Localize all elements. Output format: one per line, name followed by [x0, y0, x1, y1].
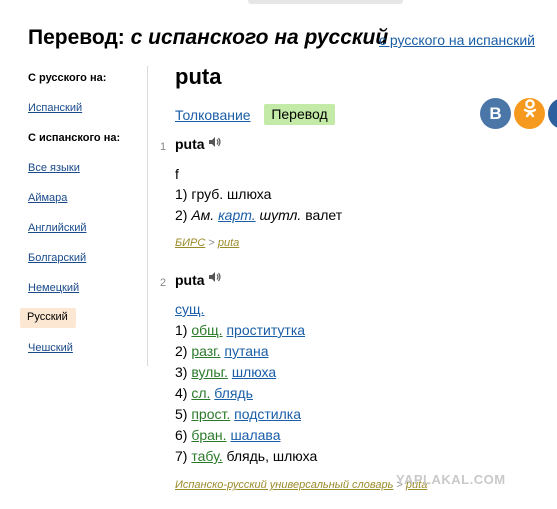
- sidebar-item-russian-active[interactable]: Русский: [20, 308, 76, 328]
- meaning-label-link[interactable]: общ.: [191, 322, 222, 338]
- source-line: БИРС > puta: [175, 237, 239, 249]
- meaning-number: 1): [175, 186, 188, 202]
- title-prefix: Перевод:: [28, 26, 125, 49]
- meaning-number: 6): [175, 427, 188, 443]
- entry-number: 1: [160, 141, 167, 153]
- switch-direction-link[interactable]: с русского на испанский: [379, 32, 535, 48]
- meaning-text-link[interactable]: проститутка: [226, 322, 305, 338]
- sidebar-item-russian-label: Русский: [27, 311, 68, 323]
- meaning-text-link[interactable]: путана: [224, 343, 268, 359]
- meaning-text-link[interactable]: подстилка: [234, 406, 301, 422]
- meaning-number: 5): [175, 406, 188, 422]
- sidebar-divider: [147, 66, 148, 366]
- title-direction: с испанского на русский: [130, 26, 389, 49]
- meaning-text: блядь, шлюха: [226, 448, 318, 464]
- meaning-label-link[interactable]: табу.: [191, 448, 222, 464]
- watermark: YAPLAKAL.COM: [396, 472, 506, 487]
- meaning-line: 4) сл. блядь: [175, 385, 253, 401]
- source-dictionary-link[interactable]: БИРС: [175, 237, 205, 249]
- meaning-number: 1): [175, 322, 188, 338]
- meaning-number: 2): [175, 207, 188, 223]
- meaning-text-link[interactable]: шлюха: [232, 364, 276, 380]
- sidebar-item-aymara[interactable]: Аймара: [28, 192, 67, 204]
- pos-link[interactable]: сущ.: [175, 301, 204, 317]
- meaning-text-link[interactable]: блядь: [214, 385, 253, 401]
- meaning-label: груб.: [191, 186, 224, 202]
- entry-number: 2: [160, 277, 167, 289]
- source-word-link[interactable]: puta: [218, 237, 239, 249]
- entry-headword: puta: [175, 272, 205, 288]
- headword-title: puta: [175, 64, 222, 89]
- source-line: Испанско-русский универсальный словарь >…: [175, 479, 427, 491]
- meaning-number: 2): [175, 343, 188, 359]
- entry-gender: f: [175, 166, 179, 182]
- sidebar-item-czech[interactable]: Чешский: [28, 342, 73, 354]
- meaning-text: шлюха: [227, 186, 272, 202]
- vk-icon: В: [489, 104, 502, 123]
- tab-translation[interactable]: Перевод: [264, 104, 335, 125]
- meaning-line: 1) груб. шлюха: [175, 186, 271, 202]
- page-title: Перевод: с испанского на русский: [28, 26, 388, 50]
- meaning-label-link[interactable]: карт.: [218, 207, 256, 223]
- sidebar-heading-from-russian: С русского на:: [28, 72, 107, 84]
- meaning-label-link[interactable]: бран.: [191, 427, 226, 443]
- sidebar-item-german[interactable]: Немецкий: [28, 282, 79, 294]
- meaning-line: 2) Ам. карт. шутл. валет: [175, 207, 342, 223]
- meaning-line: 7) табу. блядь, шлюха: [175, 448, 317, 464]
- source-dictionary-link[interactable]: Испанско-русский универсальный словарь: [175, 479, 393, 491]
- extra-share-button[interactable]: [548, 98, 557, 129]
- meaning-text: валет: [305, 207, 343, 223]
- meaning-line: 5) прост. подстилка: [175, 406, 301, 422]
- meaning-line: 3) вульг. шлюха: [175, 364, 276, 380]
- meaning-number: 7): [175, 448, 188, 464]
- meaning-label-link[interactable]: прост.: [191, 406, 230, 422]
- sidebar-item-english[interactable]: Английский: [28, 222, 87, 234]
- entry-headword: puta: [175, 136, 205, 152]
- sidebar-item-all-languages[interactable]: Все языки: [28, 162, 80, 174]
- meaning-line: 1) общ. проститутка: [175, 322, 305, 338]
- sidebar-item-bulgarian[interactable]: Болгарский: [28, 252, 86, 264]
- meaning-label: шутл.: [259, 207, 302, 223]
- top-tab-edge: [248, 0, 403, 4]
- ok-icon: [522, 99, 538, 121]
- sidebar-item-spanish[interactable]: Испанский: [28, 102, 82, 114]
- meaning-label-link[interactable]: разг.: [191, 343, 220, 359]
- part-of-speech: сущ.: [175, 301, 204, 317]
- tab-explanation[interactable]: Толкование: [175, 107, 251, 123]
- meaning-label: Ам.: [191, 207, 215, 223]
- meaning-label-link[interactable]: сл.: [191, 385, 210, 401]
- sidebar-heading-from-spanish: С испанского на:: [28, 132, 121, 144]
- meaning-number: 4): [175, 385, 188, 401]
- meaning-number: 3): [175, 364, 188, 380]
- meaning-line: 2) разг. путана: [175, 343, 269, 359]
- ok-share-button[interactable]: [514, 98, 545, 129]
- meaning-label-link[interactable]: вульг.: [191, 364, 228, 380]
- meaning-text-link[interactable]: шалава: [230, 427, 280, 443]
- meaning-line: 6) бран. шалава: [175, 427, 281, 443]
- vk-share-button[interactable]: В: [480, 98, 511, 129]
- source-separator: >: [208, 237, 215, 249]
- speaker-icon[interactable]: [208, 270, 222, 288]
- speaker-icon[interactable]: [208, 135, 222, 153]
